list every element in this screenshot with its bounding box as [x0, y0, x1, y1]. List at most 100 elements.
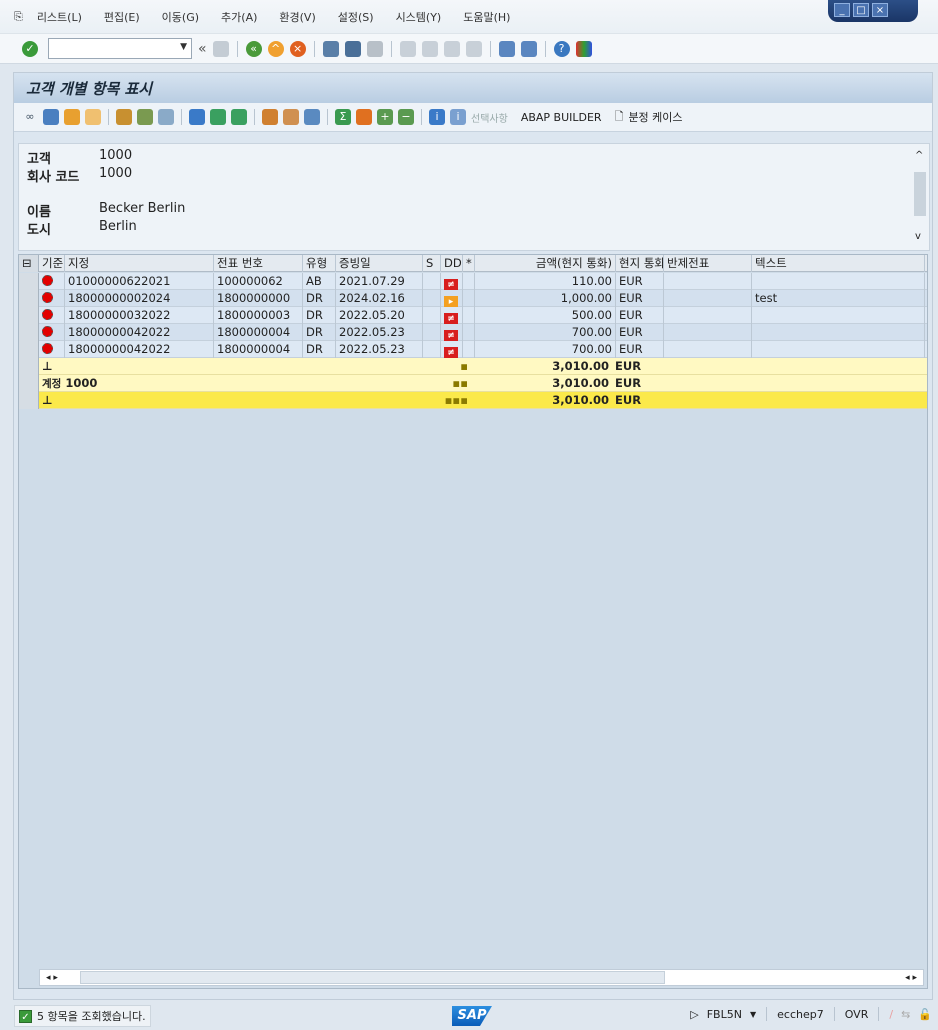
- collapse-icon[interactable]: −: [398, 109, 414, 125]
- find-icon[interactable]: [344, 40, 361, 57]
- col-s[interactable]: S: [423, 255, 441, 272]
- new-session-icon[interactable]: [498, 40, 515, 57]
- glasses-icon[interactable]: ∞: [22, 109, 38, 125]
- header-scrollbar[interactable]: ^ v: [913, 150, 927, 242]
- document-icon[interactable]: [116, 109, 132, 125]
- select-all-icon[interactable]: [64, 109, 80, 125]
- selections-button[interactable]: 선택사항: [471, 110, 508, 125]
- scroll-thumb[interactable]: [914, 172, 926, 216]
- sort-ascending-icon[interactable]: [210, 109, 226, 125]
- menu-icon[interactable]: ⎘: [14, 10, 23, 24]
- change-icon[interactable]: [137, 109, 153, 125]
- menu-help[interactable]: 도움말(H): [463, 9, 510, 25]
- minimize-button[interactable]: _: [834, 3, 850, 17]
- chevron-down-icon[interactable]: ▼: [180, 42, 187, 52]
- scroll-up-icon[interactable]: ^: [915, 150, 923, 161]
- row-selector[interactable]: [19, 392, 39, 409]
- row-selector[interactable]: [19, 375, 39, 392]
- horizontal-scrollbar[interactable]: ◂ ▸ ◂ ▸: [39, 969, 924, 986]
- menu-edit[interactable]: 편집(E): [104, 9, 140, 25]
- table-row[interactable]: 01000000622021 100000062 AB 2021.07.29 ≠ 110.…: [19, 273, 927, 290]
- table-row[interactable]: 18000000002024 1800000000 DR 2024.02.16 ▸ 1,0…: [19, 290, 927, 307]
- split-case-button[interactable]: 분정 케이스: [628, 109, 682, 125]
- col-currency[interactable]: 현지 통화: [616, 255, 664, 272]
- help-icon[interactable]: ?: [553, 40, 570, 57]
- close-button[interactable]: ×: [872, 3, 888, 17]
- selections-info-icon[interactable]: i: [450, 109, 466, 125]
- table-row[interactable]: 18000000042022 1800000004 DR 2022.05.23 ≠ 700…: [19, 324, 927, 341]
- col-document-number[interactable]: 전표 번호: [214, 255, 303, 272]
- row-selector[interactable]: [19, 307, 39, 324]
- subtotal-icon[interactable]: [356, 109, 372, 125]
- save-layout-icon[interactable]: [304, 109, 320, 125]
- table-row[interactable]: 18000000042022 1800000004 DR 2022.05.23 ≠ 700…: [19, 341, 927, 358]
- success-icon: ✓: [19, 1009, 32, 1023]
- enter-icon[interactable]: ✓: [22, 40, 38, 57]
- scroll-left-icon[interactable]: ◂ ▸: [46, 973, 58, 983]
- find-next-icon[interactable]: [366, 40, 383, 57]
- customize-layout-icon[interactable]: [575, 40, 592, 57]
- chevron-down-icon[interactable]: ▼: [750, 1010, 756, 1019]
- command-field[interactable]: ▼: [48, 38, 192, 59]
- col-clearing-doc[interactable]: 반제전표: [664, 255, 752, 272]
- expand-icon[interactable]: +: [377, 109, 393, 125]
- abap-builder-button[interactable]: ABAP BUILDER: [521, 111, 602, 124]
- edit-icon[interactable]: [43, 109, 59, 125]
- play-icon[interactable]: ▷: [690, 1008, 698, 1021]
- grid-header[interactable]: ⊟ 기준 지정 전표 번호 유형 증빙일 S DD * 금액(현지 통화) 현지 통화 반제전표 텍스트: [19, 255, 927, 272]
- col-basis[interactable]: 기준: [39, 255, 65, 272]
- menu-goto[interactable]: 이동(G): [162, 9, 199, 25]
- layout-icon[interactable]: [262, 109, 278, 125]
- scroll-thumb[interactable]: [80, 971, 665, 984]
- layout-menu-icon[interactable]: ⊟: [19, 255, 39, 272]
- collapse-icon[interactable]: «: [198, 41, 207, 57]
- scroll-down-icon[interactable]: v: [915, 231, 921, 242]
- exit-icon[interactable]: ^: [267, 40, 284, 57]
- menu-environment[interactable]: 환경(V): [279, 9, 315, 25]
- status-message[interactable]: ✓ 5 항목을 조회했습니다.: [14, 1005, 151, 1027]
- col-amount[interactable]: 금액(현지 통화): [475, 255, 616, 272]
- first-page-icon[interactable]: [399, 40, 416, 57]
- col-dd[interactable]: DD: [441, 255, 463, 272]
- cancel-icon[interactable]: ×: [289, 40, 306, 57]
- row-selector[interactable]: [19, 290, 39, 307]
- col-assignment[interactable]: 지정: [65, 255, 214, 272]
- grand-total-row-currency: EUR: [615, 393, 642, 407]
- row-selector[interactable]: [19, 273, 39, 290]
- filter-icon[interactable]: [189, 109, 205, 125]
- sum-icon[interactable]: Σ: [335, 109, 351, 125]
- previous-page-icon[interactable]: [421, 40, 438, 57]
- shortcut-icon[interactable]: [520, 40, 537, 57]
- info-icon[interactable]: i: [429, 109, 445, 125]
- maximize-button[interactable]: □: [853, 3, 869, 17]
- sort-descending-icon[interactable]: [231, 109, 247, 125]
- menu-extras[interactable]: 추가(A): [221, 9, 257, 25]
- row-selector[interactable]: [19, 324, 39, 341]
- row-selector[interactable]: [19, 358, 39, 375]
- col-text[interactable]: 텍스트: [752, 255, 925, 272]
- transaction-code[interactable]: FBL5N: [707, 1008, 742, 1021]
- last-page-icon[interactable]: [465, 40, 482, 57]
- print-icon[interactable]: [322, 40, 339, 57]
- menu-settings[interactable]: 설정(S): [338, 9, 374, 25]
- account-total-row[interactable]: 계정 1000 ▪▪ 3,010.00 EUR: [19, 375, 927, 392]
- insert-mode[interactable]: OVR: [845, 1008, 869, 1021]
- menu-system[interactable]: 시스템(Y): [396, 9, 442, 25]
- col-star[interactable]: *: [463, 255, 475, 272]
- lock-icon[interactable]: 🔓: [918, 1008, 932, 1021]
- display-icon[interactable]: [158, 109, 174, 125]
- grand-total-row[interactable]: ⊥ ▪▪▪ 3,010.00 EUR: [19, 392, 927, 409]
- table-row[interactable]: 18000000032022 1800000003 DR 2022.05.20 ≠ 500…: [19, 307, 927, 324]
- back-icon[interactable]: «: [245, 40, 262, 57]
- select-layout-icon[interactable]: [283, 109, 299, 125]
- row-selector[interactable]: [19, 341, 39, 358]
- menu-list[interactable]: 리스트(L): [37, 9, 82, 25]
- star-cell: [463, 290, 475, 307]
- col-document-date[interactable]: 증빙일: [336, 255, 423, 272]
- subtotal-row[interactable]: ⊥ ▪ 3,010.00 EUR: [19, 358, 927, 375]
- deselect-icon[interactable]: [85, 109, 101, 125]
- save-icon[interactable]: [212, 40, 229, 57]
- col-type[interactable]: 유형: [303, 255, 336, 272]
- scroll-right-icon[interactable]: ◂ ▸: [905, 973, 917, 983]
- next-page-icon[interactable]: [443, 40, 460, 57]
